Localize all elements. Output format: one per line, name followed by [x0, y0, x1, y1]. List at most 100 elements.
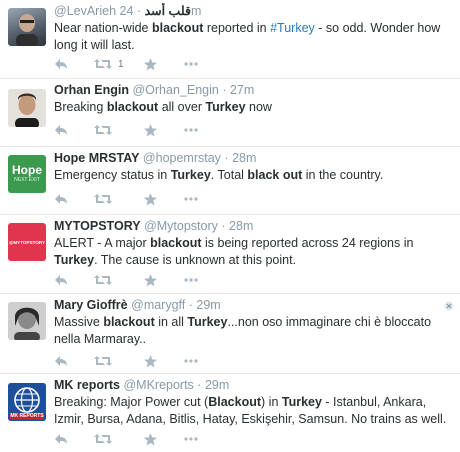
tweet-item[interactable]: @MYTOPSTORY MYTOPSTORY @Mytopstory · 28m…: [0, 215, 460, 294]
user-handle[interactable]: @Orhan_Engin: [132, 83, 218, 97]
keyword-highlight: blackout: [106, 100, 159, 114]
user-name[interactable]: MYTOPSTORY: [54, 219, 141, 233]
tweet-item[interactable]: Orhan Engin @Orhan_Engin · 27m Breaking …: [0, 79, 460, 147]
tweet-actions: [54, 353, 198, 369]
user-name[interactable]: Hope MRSTAY: [54, 151, 139, 165]
separator-dot: ·: [136, 4, 142, 18]
tweet-item[interactable]: Hope NEXT EXIT Hope MRSTAY @hopemrstay ·…: [0, 147, 460, 215]
more-dots-icon: [184, 197, 198, 201]
star-icon: [144, 123, 157, 136]
tweet-actions: [54, 122, 198, 138]
retweet-button[interactable]: [94, 431, 144, 447]
text-segment: is being reported across 24 regions in: [201, 236, 414, 250]
more-options-button[interactable]: [184, 272, 198, 288]
favorite-button[interactable]: [144, 56, 184, 72]
favorite-button[interactable]: [144, 122, 184, 138]
user-name[interactable]: Orhan Engin: [54, 83, 129, 97]
favorite-button[interactable]: [144, 431, 184, 447]
more-options-button[interactable]: [184, 122, 198, 138]
text-segment: ALERT - A major: [54, 236, 151, 250]
retweet-button[interactable]: [94, 353, 144, 369]
reply-button[interactable]: [54, 122, 94, 138]
avatar-photo-icon: [8, 302, 46, 340]
avatar-photo-icon: [8, 89, 46, 127]
keyword-highlight: blackout: [151, 21, 204, 35]
tweet-time[interactable]: 27m: [230, 83, 254, 97]
retweet-count: 1: [118, 58, 124, 70]
retweet-button[interactable]: [94, 272, 144, 288]
avatar[interactable]: [8, 302, 46, 340]
reply-button[interactable]: [54, 272, 94, 288]
user-name[interactable]: Mary Gioffrè: [54, 298, 128, 312]
retweet-button[interactable]: [94, 191, 144, 207]
avatar-photo-icon: [16, 14, 38, 46]
favorite-button[interactable]: [144, 353, 184, 369]
text-segment: Breaking: [54, 100, 107, 114]
retweet-icon: [94, 434, 112, 444]
user-handle[interactable]: @LevArieh: [54, 4, 116, 18]
reply-button[interactable]: [54, 431, 94, 447]
avatar[interactable]: Hope NEXT EXIT: [8, 155, 46, 193]
keyword-highlight: blackout: [150, 236, 202, 250]
avatar[interactable]: MK REPORTS: [8, 383, 46, 421]
star-icon: [144, 57, 157, 70]
retweet-button[interactable]: 1: [94, 56, 144, 72]
retweet-icon: [94, 356, 112, 366]
avatar-label: MK REPORTS: [10, 413, 44, 419]
reply-button[interactable]: [54, 191, 94, 207]
more-options-button[interactable]: [184, 56, 198, 72]
text-segment: in the country.: [302, 168, 384, 182]
hashtag-link[interactable]: #Turkey: [270, 21, 315, 35]
reply-button[interactable]: [54, 56, 94, 72]
reply-icon: [55, 275, 67, 285]
avatar[interactable]: [8, 8, 46, 46]
user-handle[interactable]: @MKreports: [123, 378, 193, 392]
text-segment: in all: [154, 315, 188, 329]
text-segment: now: [245, 100, 272, 114]
retweet-icon: [94, 59, 112, 69]
keyword-highlight: Turkey: [170, 168, 211, 182]
tweet-text: Emergency status in Turkey. Total black …: [54, 167, 450, 184]
user-handle[interactable]: @marygff: [131, 298, 185, 312]
tweet-actions: [54, 272, 198, 288]
keyword-highlight: blackout: [103, 315, 155, 329]
more-options-button[interactable]: [184, 353, 198, 369]
favorite-button[interactable]: [144, 191, 184, 207]
more-dots-icon: [184, 359, 198, 363]
reply-button[interactable]: [54, 353, 94, 369]
tweet-actions: [54, 191, 198, 207]
tweet-item[interactable]: MK REPORTS MK reports @MKreports · 29m B…: [0, 374, 460, 452]
reply-icon: [55, 434, 67, 444]
tweet-item[interactable]: @LevArieh قلب أسد · 24m Near nation-wide…: [0, 0, 460, 79]
avatar[interactable]: [8, 89, 46, 127]
retweet-icon: [94, 125, 112, 135]
avatar-label: @MYTOPSTORY: [8, 239, 46, 245]
tweet-time[interactable]: 29m: [196, 298, 220, 312]
avatar[interactable]: @MYTOPSTORY: [8, 223, 46, 261]
user-name[interactable]: MK reports: [54, 378, 120, 392]
reply-icon: [55, 125, 67, 135]
more-options-button[interactable]: [184, 191, 198, 207]
more-options-button[interactable]: [184, 431, 198, 447]
reply-icon: [55, 59, 67, 69]
text-segment: all over: [158, 100, 206, 114]
text-segment: reported in: [203, 21, 271, 35]
avatar-sublabel: NEXT EXIT: [14, 177, 40, 183]
favorite-button[interactable]: [144, 272, 184, 288]
keyword-highlight: Turkey: [281, 395, 322, 409]
tweet-actions: [54, 431, 198, 447]
keyword-highlight: Turkey: [187, 315, 228, 329]
separator-dot: ·: [222, 83, 227, 97]
star-icon: [144, 432, 157, 445]
tweet-time[interactable]: 28m: [229, 219, 253, 233]
keyword-highlight: black out: [247, 168, 303, 182]
tweet-item[interactable]: Mary Gioffrè @marygff · 29m Massive blac…: [0, 294, 460, 374]
tweet-time[interactable]: 28m: [232, 151, 256, 165]
retweet-icon: [94, 194, 112, 204]
user-handle[interactable]: @Mytopstory: [144, 219, 218, 233]
keyword-highlight: Blackout: [208, 395, 262, 409]
retweet-button[interactable]: [94, 122, 144, 138]
user-handle[interactable]: @hopemrstay: [143, 151, 221, 165]
more-dots-icon: [184, 62, 198, 66]
tweet-time[interactable]: 29m: [205, 378, 229, 392]
